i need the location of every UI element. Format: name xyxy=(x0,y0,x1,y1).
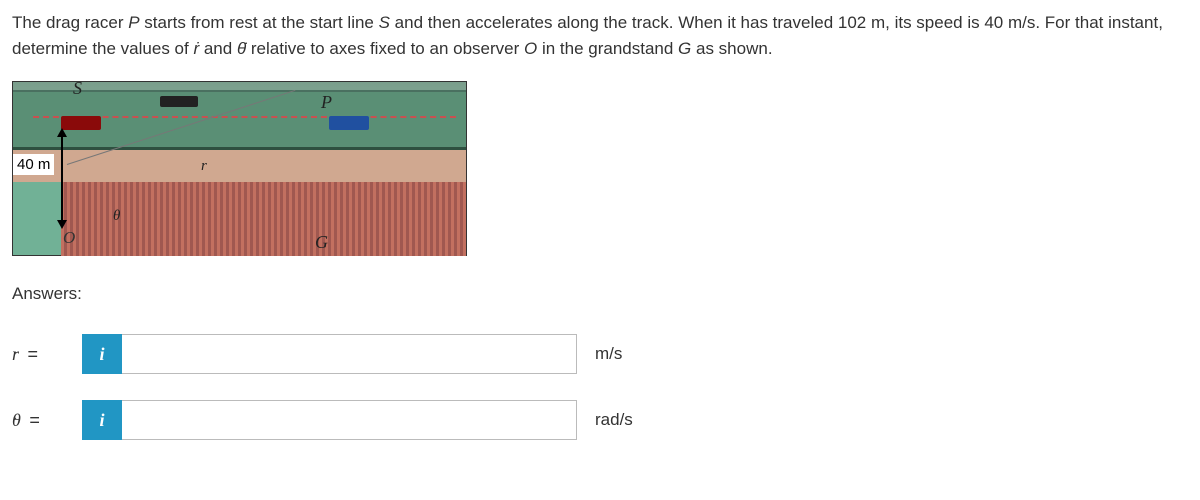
var-o: O xyxy=(524,39,537,58)
figure-diagram: S P G 40 m O r θ xyxy=(12,81,467,256)
rdot-input[interactable] xyxy=(122,334,577,374)
rdot-unit: m/s xyxy=(595,344,622,364)
info-icon[interactable]: i xyxy=(82,400,122,440)
label-p: P xyxy=(321,92,332,113)
var-p: P xyxy=(128,13,139,32)
answer-row-rdot: . r = i m/s xyxy=(12,334,1188,374)
problem-statement: The drag racer P starts from rest at the… xyxy=(12,10,1188,61)
var-thetadot: θ̇ xyxy=(237,39,246,58)
rdot-label: . r = xyxy=(12,344,62,365)
label-o: O xyxy=(63,228,75,248)
answer-row-thetadot: . θ = i rad/s xyxy=(12,400,1188,440)
car-icon xyxy=(160,96,198,107)
grandstand-area xyxy=(61,182,466,256)
distance-label: 40 m xyxy=(13,154,54,175)
label-theta: θ xyxy=(113,208,120,225)
car-s-icon xyxy=(61,116,101,130)
thetadot-label: . θ = xyxy=(12,410,62,431)
label-r: r xyxy=(201,158,207,175)
label-g: G xyxy=(315,232,328,253)
thetadot-input[interactable] xyxy=(122,400,577,440)
thetadot-unit: rad/s xyxy=(595,410,633,430)
var-g: G xyxy=(678,39,691,58)
car-p-icon xyxy=(329,116,369,130)
arrow-up-icon xyxy=(57,128,67,137)
var-s: S xyxy=(379,13,390,32)
answers-heading: Answers: xyxy=(12,284,1188,304)
info-icon[interactable]: i xyxy=(82,334,122,374)
label-s: S xyxy=(73,78,82,99)
dimension-line xyxy=(61,130,63,226)
